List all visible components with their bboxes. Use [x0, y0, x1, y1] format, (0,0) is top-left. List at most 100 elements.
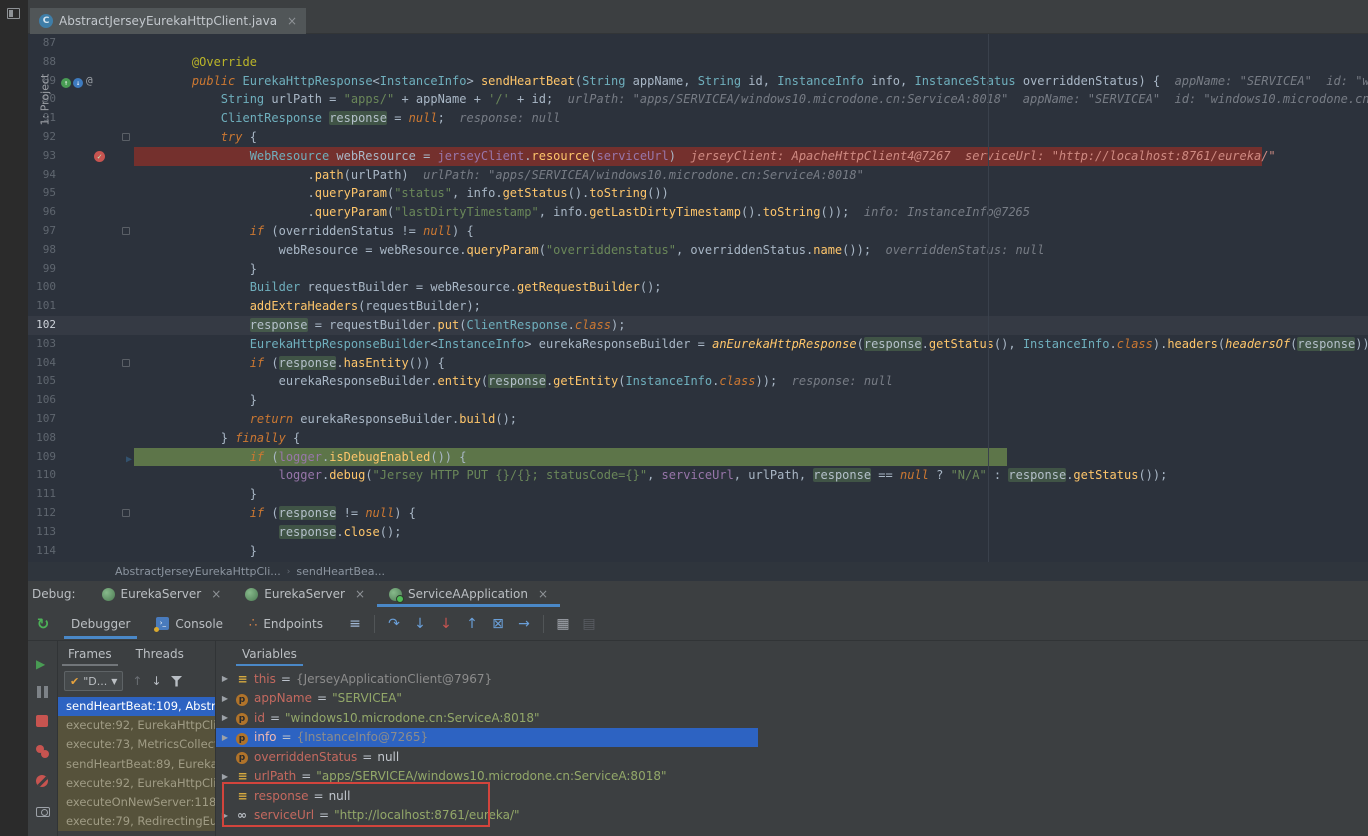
line-number-gutter[interactable]: 95	[28, 184, 60, 203]
code-line[interactable]: 92 try {	[28, 128, 1368, 147]
view-breakpoints-icon[interactable]	[36, 745, 50, 759]
code-line[interactable]: 97 if (overriddenStatus != null) {	[28, 222, 1368, 241]
line-number-gutter[interactable]: 111	[28, 485, 60, 504]
code-line[interactable]: 95 .queryParam("status", info.getStatus(…	[28, 184, 1368, 203]
code-line[interactable]: 106 }	[28, 391, 1368, 410]
tab-variables[interactable]: Variables	[232, 641, 307, 667]
thread-selector-dropdown[interactable]: ✔ "D... ▼	[64, 671, 124, 691]
evaluate-expression-icon[interactable]: ▦	[550, 616, 576, 632]
close-icon[interactable]: ×	[355, 587, 365, 601]
code-text[interactable]: if (overriddenStatus != null) {	[134, 222, 1368, 241]
hide-frames-filter-icon[interactable]	[170, 675, 183, 687]
code-line[interactable]: 98 webResource = webResource.queryParam(…	[28, 241, 1368, 260]
tool-button-project[interactable]: 1: Project	[0, 34, 52, 126]
close-icon[interactable]: ×	[211, 587, 221, 601]
variable-row[interactable]: ▶ p appName = "SERVICEA"	[216, 689, 758, 709]
line-number-gutter[interactable]: 104	[28, 354, 60, 373]
frame-row[interactable]: execute:79, RedirectingEure	[58, 812, 215, 832]
line-number-gutter[interactable]: 101	[28, 297, 60, 316]
line-number-gutter[interactable]: 93	[28, 147, 60, 166]
line-number-gutter[interactable]: 109	[28, 448, 60, 467]
fold-marker-icon[interactable]	[122, 132, 130, 141]
line-number-gutter[interactable]: 99	[28, 260, 60, 279]
code-text[interactable]: ClientResponse response = null; response…	[134, 109, 1368, 128]
code-text[interactable]: String urlPath = "apps/" + appName + '/'…	[134, 90, 1368, 109]
stop-icon[interactable]	[36, 715, 48, 727]
line-number-gutter[interactable]: 98	[28, 241, 60, 260]
code-line[interactable]: 91 ClientResponse response = null; respo…	[28, 109, 1368, 128]
expand-arrow-icon[interactable]: ▶	[220, 713, 230, 722]
code-text[interactable]: webResource = webResource.queryParam("ov…	[134, 241, 1368, 260]
code-text[interactable]: WebResource webResource = jerseyClient.r…	[134, 146, 1368, 166]
code-line[interactable]: 113 response.close();	[28, 523, 1368, 542]
frame-row[interactable]: execute:73, MetricsCollecting	[58, 735, 215, 755]
code-text[interactable]: .queryParam("lastDirtyTimestamp", info.g…	[134, 203, 1368, 222]
code-line[interactable]: 110 logger.debug("Jersey HTTP PUT {}/{};…	[28, 466, 1368, 485]
frame-up-icon[interactable]: ↑	[132, 674, 142, 688]
code-text[interactable]: } finally {	[134, 429, 1368, 448]
breakpoint-icon[interactable]: ✓	[94, 150, 105, 162]
code-text[interactable]: .queryParam("status", info.getStatus().t…	[134, 184, 1368, 203]
code-text[interactable]: addExtraHeaders(requestBuilder);	[134, 297, 1368, 316]
layout-menu-icon[interactable]: ≡	[342, 616, 368, 632]
variable-row[interactable]: ▶ p info = {InstanceInfo@7265}	[216, 727, 758, 747]
tool-button-structure[interactable]: Structure	[0, 770, 28, 836]
expand-arrow-icon[interactable]: ▶	[220, 772, 230, 781]
line-number-gutter[interactable]: 103	[28, 335, 60, 354]
step-into-icon[interactable]: ↓	[407, 616, 433, 632]
code-line[interactable]: 103 EurekaHttpResponseBuilder<InstanceIn…	[28, 335, 1368, 354]
close-icon[interactable]: ×	[538, 587, 548, 601]
code-line[interactable]: 87	[28, 34, 1368, 53]
code-text[interactable]: }	[134, 542, 1368, 561]
line-number-gutter[interactable]: 114	[28, 542, 60, 561]
line-number-gutter[interactable]: 100	[28, 278, 60, 297]
line-number-gutter[interactable]: 113	[28, 523, 60, 542]
code-line[interactable]: 96 .queryParam("lastDirtyTimestamp", inf…	[28, 203, 1368, 222]
code-text[interactable]: }	[134, 485, 1368, 504]
frame-row[interactable]: execute:92, EurekaHttpClient	[58, 773, 215, 793]
frame-row[interactable]: sendHeartBeat:109, Abstract	[58, 697, 215, 717]
mute-breakpoints-icon[interactable]	[36, 775, 48, 787]
variable-row[interactable]: ▶ p id = "windows10.microdone.cn:ServiceA:…	[216, 708, 758, 728]
frame-row[interactable]: sendHeartBeat:89, EurekaH	[58, 754, 215, 774]
debug-session-tab-eurekaserver[interactable]: EurekaServer ×	[90, 581, 234, 607]
code-line[interactable]: 99 }	[28, 260, 1368, 279]
code-line[interactable]: 111 }	[28, 485, 1368, 504]
layout-settings-icon[interactable]: ▤	[576, 616, 602, 632]
code-line[interactable]: 94 .path(urlPath) urlPath: "apps/SERVICE…	[28, 166, 1368, 185]
code-line[interactable]: 93 ✓ WebResource webResource = jerseyClie…	[28, 146, 1368, 166]
expand-arrow-icon[interactable]: ▶	[220, 674, 230, 683]
line-number-gutter[interactable]: 106	[28, 391, 60, 410]
debug-session-tab-serviceaapplication[interactable]: ServiceAApplication ×	[377, 581, 561, 607]
step-out-icon[interactable]: ↑	[459, 616, 485, 632]
code-line[interactable]: 108 } finally {	[28, 429, 1368, 448]
line-number-gutter[interactable]: 102	[28, 316, 60, 335]
frames-list[interactable]: sendHeartBeat:109, Abstract execute:92, E…	[58, 697, 215, 836]
code-line[interactable]: 107 return eurekaResponseBuilder.build()…	[28, 410, 1368, 429]
breadcrumb-method[interactable]: sendHeartBea...	[296, 565, 385, 578]
code-text[interactable]: logger.debug("Jersey HTTP PUT {}/{}; sta…	[134, 466, 1368, 485]
code-line[interactable]: 114 }	[28, 542, 1368, 561]
code-text[interactable]: }	[134, 260, 1368, 279]
code-line[interactable]: 89 ↑ ↓ @ public EurekaHttpResponse<Instance…	[28, 72, 1368, 91]
code-editor[interactable]: 87 88 @Override 89 ↑ ↓ @ public EurekaHttpRes…	[28, 34, 1368, 562]
code-text[interactable]: if (response != null) {	[134, 504, 1368, 523]
line-number-gutter[interactable]: 96	[28, 203, 60, 222]
breadcrumb-class[interactable]: AbstractJerseyEurekaHttpCli...	[115, 565, 281, 578]
code-line[interactable]: 100 Builder requestBuilder = webResource…	[28, 278, 1368, 297]
expand-arrow-icon[interactable]: ▶	[220, 733, 230, 742]
code-text[interactable]: try {	[134, 128, 1368, 147]
tab-endpoints[interactable]: ∴ Endpoints	[236, 607, 336, 641]
tab-threads[interactable]: Threads	[126, 641, 194, 667]
expand-arrow-icon[interactable]: ▶	[220, 694, 230, 703]
code-text[interactable]: return eurekaResponseBuilder.build();	[134, 410, 1368, 429]
line-number-gutter[interactable]: 110	[28, 466, 60, 485]
fold-marker-icon[interactable]	[122, 508, 130, 517]
code-line[interactable]: 101 addExtraHeaders(requestBuilder);	[28, 297, 1368, 316]
frame-down-icon[interactable]: ↓	[151, 674, 161, 688]
variable-row[interactable]: ▶ ≡ this = {JerseyApplicationClient@7967}	[216, 669, 758, 689]
tab-debugger[interactable]: Debugger	[58, 607, 143, 641]
override-marker-icon[interactable]: ↑	[61, 78, 71, 89]
thread-dump-icon[interactable]	[36, 807, 50, 817]
tab-frames[interactable]: Frames	[58, 641, 122, 667]
